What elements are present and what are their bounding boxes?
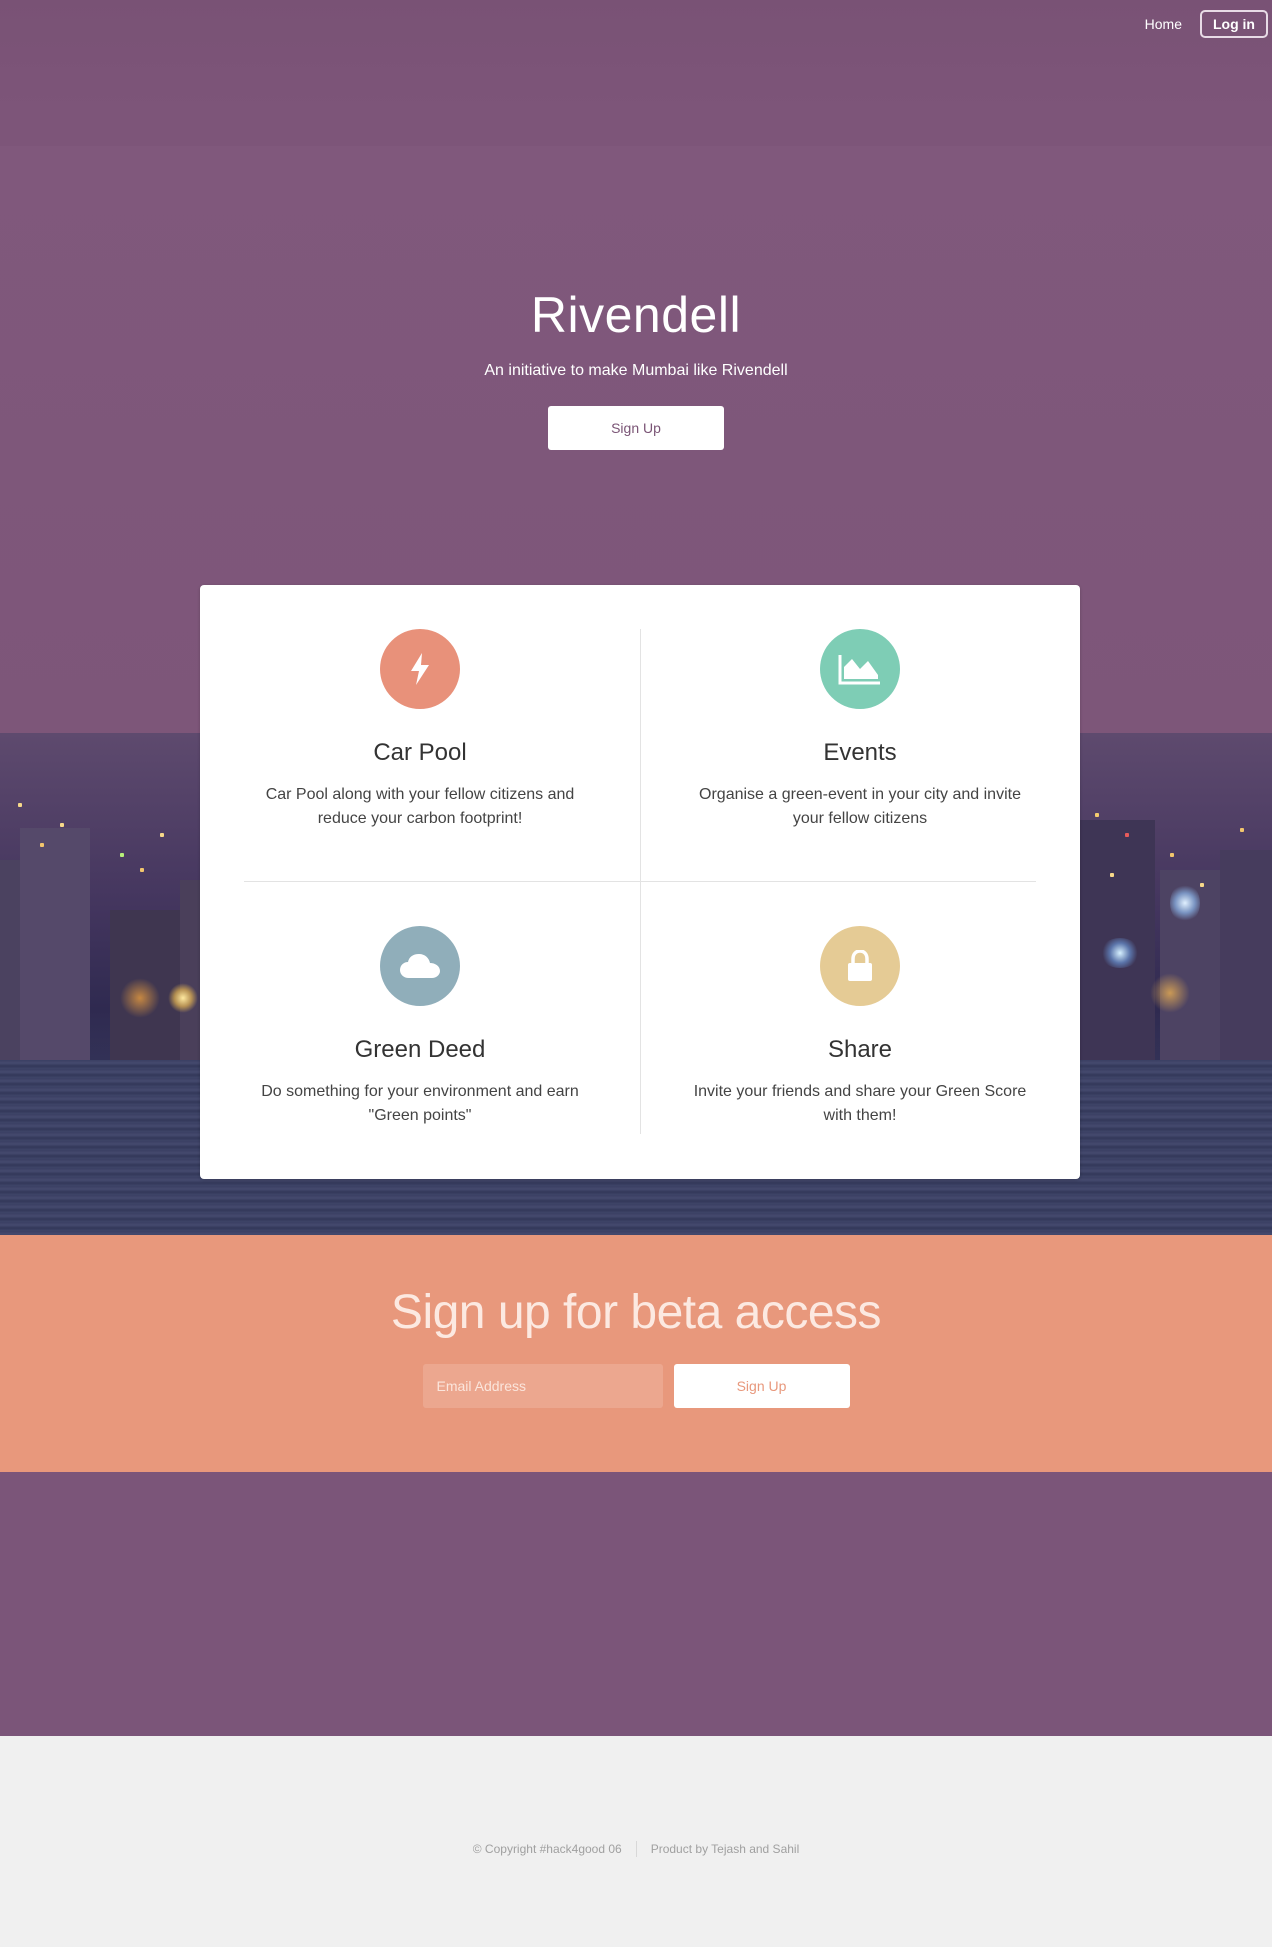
beta-signup-button[interactable]: Sign Up [673, 1364, 850, 1408]
beta-signup-form: Sign Up [0, 1364, 1272, 1408]
footer-content: © Copyright #hack4good 06 Product by Tej… [0, 1841, 1272, 1857]
horizontal-divider [244, 881, 1036, 882]
area-chart-icon [820, 629, 900, 709]
top-nav: Home Log in [1145, 10, 1268, 38]
hero-title: Rivendell [530, 287, 742, 343]
feature-description: Do something for your environment and ea… [261, 1083, 579, 1124]
feature-description: Invite your friends and share your Green… [693, 1083, 1027, 1124]
credit-text: Product by Tejash and Sahil [650, 1842, 800, 1856]
feature-green-deed: Green Deed Do something for your environ… [200, 926, 640, 1128]
feature-share: Share Invite your friends and share your… [640, 926, 1080, 1128]
purple-band [0, 1472, 1272, 1736]
footer-divider [635, 1841, 637, 1857]
lock-icon [820, 926, 900, 1006]
login-button[interactable]: Log in [1200, 10, 1268, 38]
cloud-icon [380, 926, 460, 1006]
beta-signup-section: Sign up for beta access Sign Up [0, 1235, 1272, 1472]
feature-title: Car Pool [373, 739, 467, 766]
hero-section: Rivendell An initiative to make Mumbai l… [0, 286, 1272, 450]
hero-subtitle: An initiative to make Mumbai like Rivend… [484, 362, 788, 379]
feature-title: Events [823, 739, 897, 766]
nav-home-link[interactable]: Home [1145, 16, 1182, 32]
feature-car-pool: Car Pool Car Pool along with your fellow… [200, 629, 640, 831]
footer: © Copyright #hack4good 06 Product by Tej… [0, 1736, 1272, 1947]
beta-title: Sign up for beta access [390, 1286, 882, 1339]
bolt-icon [380, 629, 460, 709]
feature-title: Share [827, 1036, 893, 1063]
feature-events: Events Organise a green-event in your ci… [640, 629, 1080, 831]
feature-description: Car Pool along with your fellow citizens… [265, 786, 575, 827]
copyright-text: © Copyright #hack4good 06 [472, 1842, 622, 1856]
hero-signup-button[interactable]: Sign Up [548, 406, 724, 450]
features-card: Car Pool Car Pool along with your fellow… [200, 585, 1080, 1179]
feature-description: Organise a green-event in your city and … [699, 786, 1021, 827]
feature-title: Green Deed [354, 1036, 486, 1063]
email-field[interactable] [422, 1364, 663, 1408]
